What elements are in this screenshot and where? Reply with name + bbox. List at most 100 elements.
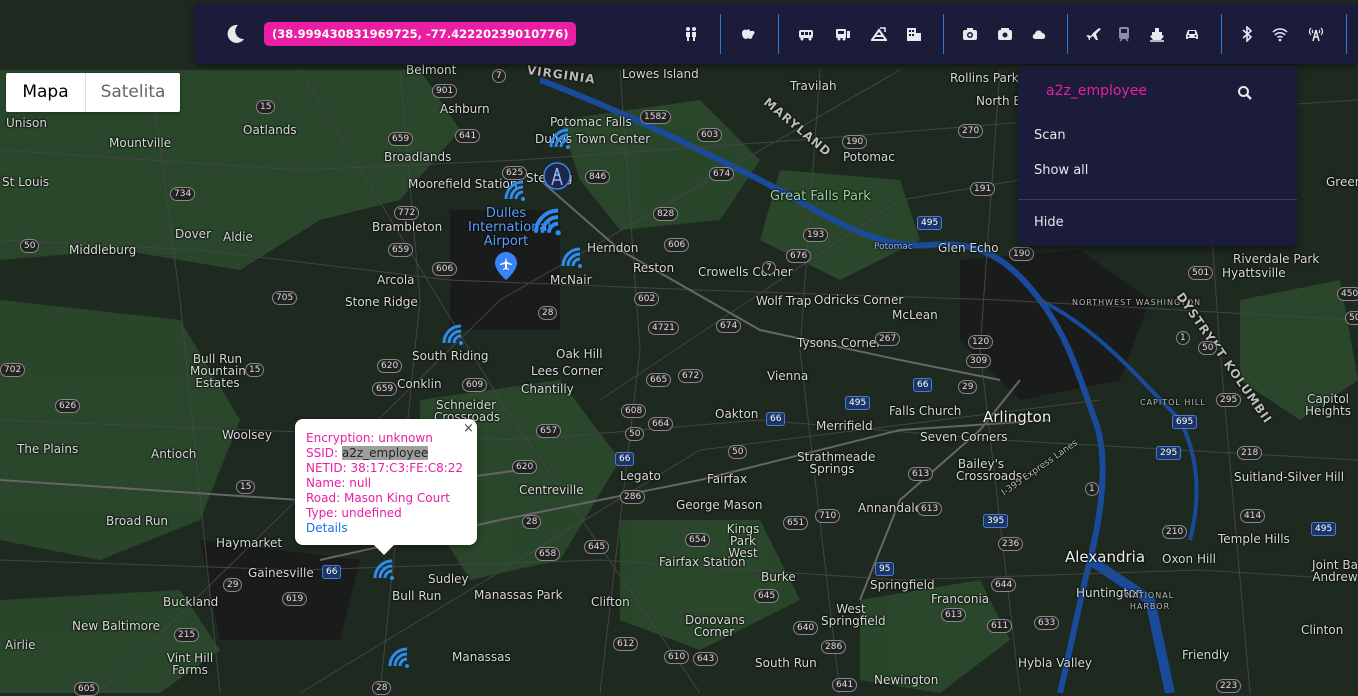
hide-menu-item[interactable]: Hide bbox=[1034, 215, 1064, 230]
video-camera-icon[interactable] bbox=[994, 23, 1016, 45]
map-label: CAPITOL HILL bbox=[1140, 398, 1206, 407]
route-shield: 215 bbox=[174, 628, 200, 642]
dog-icon[interactable] bbox=[737, 23, 759, 45]
ssid-search-input[interactable]: a2z_employee bbox=[1046, 83, 1147, 99]
map-label: Gainesville bbox=[248, 566, 314, 580]
route-shield: 286 bbox=[821, 640, 847, 654]
map-label: Brambleton bbox=[372, 220, 443, 234]
wifi-marker-icon[interactable] bbox=[548, 127, 574, 149]
map-label: Middleburg bbox=[69, 243, 137, 257]
map-label: Centreville bbox=[519, 483, 584, 497]
interstate-shield: 495 bbox=[917, 216, 943, 230]
type-text: Type: undefined bbox=[306, 506, 402, 520]
route-shield: 664 bbox=[648, 417, 674, 431]
map-type-satellite-button[interactable]: Satelita bbox=[86, 73, 180, 112]
route-shield: 1582 bbox=[640, 110, 671, 124]
car-sharing-icon[interactable] bbox=[868, 23, 890, 45]
route-shield: 665 bbox=[646, 373, 672, 387]
search-icon[interactable] bbox=[1237, 85, 1253, 101]
map-label: Broad Run bbox=[106, 514, 169, 528]
map-label: Bailey's Crossroads bbox=[956, 457, 1023, 483]
route-shield: 772 bbox=[394, 206, 420, 220]
map-label: Tysons Corner bbox=[797, 336, 882, 350]
airport-pin-icon[interactable] bbox=[495, 252, 517, 280]
map-label: NATIONAL HARBOR bbox=[1125, 591, 1175, 611]
map-label: Bull Run Mountain Estates bbox=[190, 352, 246, 390]
route-shield: 190 bbox=[1009, 247, 1035, 261]
map-label: Great Falls Park bbox=[770, 189, 871, 204]
wifi-marker-icon[interactable] bbox=[560, 246, 586, 268]
map-type-control: Mapa Satelita bbox=[6, 73, 180, 112]
map-label: Buckland bbox=[163, 595, 219, 609]
map-label: Kings Park West bbox=[726, 522, 760, 560]
map-label: Franconia bbox=[931, 592, 990, 606]
building-icon[interactable] bbox=[903, 23, 925, 45]
map-label: Oakton bbox=[715, 407, 759, 421]
wifi-icon[interactable] bbox=[1269, 23, 1291, 45]
route-shield: 672 bbox=[678, 369, 704, 383]
map-label: Riverdale Park bbox=[1233, 252, 1320, 266]
route-shield: 120 bbox=[968, 335, 994, 349]
route-shield: 605 bbox=[74, 682, 100, 696]
interstate-shield: 66 bbox=[322, 565, 342, 579]
route-shield: 619 bbox=[282, 592, 308, 606]
route-shield: 608 bbox=[621, 404, 647, 418]
camera-icon[interactable] bbox=[959, 23, 981, 45]
map-label: Lees Corner bbox=[531, 364, 603, 378]
route-shield: 645 bbox=[584, 540, 610, 554]
route-shield: 657 bbox=[536, 424, 562, 438]
route-shield: 674 bbox=[716, 319, 742, 333]
map-label: Ashburn bbox=[440, 102, 490, 116]
map-label: Joint Ba Andrew bbox=[1312, 558, 1358, 584]
details-link[interactable]: Details bbox=[306, 521, 348, 535]
route-shield: 610 bbox=[664, 650, 690, 664]
ssid-label: SSID: bbox=[306, 446, 342, 460]
cloud-icon[interactable] bbox=[1028, 23, 1050, 45]
map-label: Arlington bbox=[983, 408, 1052, 426]
route-shield: 620 bbox=[512, 460, 538, 474]
route-shield: 414 bbox=[1240, 509, 1266, 523]
scan-menu-item[interactable]: Scan bbox=[1034, 128, 1066, 143]
show-all-menu-item[interactable]: Show all bbox=[1034, 163, 1088, 178]
route-shield: 7 bbox=[762, 261, 776, 275]
ssid-row: SSID: a2z_employee bbox=[306, 446, 429, 460]
transit-icon[interactable] bbox=[795, 23, 817, 45]
wifi-marker-icon[interactable] bbox=[372, 558, 398, 580]
car-icon[interactable] bbox=[1181, 23, 1203, 45]
map-type-map-button[interactable]: Mapa bbox=[6, 73, 86, 112]
map-label: George Mason bbox=[676, 498, 763, 512]
cell-tower-icon[interactable] bbox=[1305, 23, 1327, 45]
route-shield: 603 bbox=[697, 128, 723, 142]
map-label: South Run bbox=[755, 656, 817, 670]
map-label: Potomac bbox=[843, 150, 895, 164]
bluetooth-icon[interactable] bbox=[1236, 23, 1258, 45]
people-icon[interactable] bbox=[680, 23, 702, 45]
route-shield: 613 bbox=[917, 502, 943, 516]
route-shield: 1 bbox=[1176, 331, 1190, 345]
wifi-marker-icon[interactable] bbox=[441, 323, 467, 345]
airplane-icon[interactable] bbox=[1082, 23, 1104, 45]
interstate-shield: 66 bbox=[766, 412, 786, 426]
map-label: Clifton bbox=[591, 595, 630, 609]
map-label: West Springfield bbox=[821, 602, 886, 628]
wifi-marker-icon[interactable] bbox=[387, 646, 413, 668]
route-shield: 654 bbox=[685, 533, 711, 547]
ship-icon[interactable] bbox=[1146, 23, 1168, 45]
train-icon[interactable] bbox=[1113, 23, 1135, 45]
map-label: St Louis bbox=[2, 175, 50, 189]
cell-tower-marker-icon[interactable] bbox=[541, 160, 573, 192]
route-shield: 659 bbox=[388, 132, 414, 146]
map-label: Moorefield Station bbox=[408, 177, 518, 191]
wifi-marker-icon[interactable] bbox=[532, 206, 566, 236]
route-shield: 609 bbox=[462, 378, 488, 392]
moon-icon[interactable] bbox=[224, 23, 246, 45]
map-label: Hybla Valley bbox=[1018, 656, 1093, 670]
bus-icon[interactable] bbox=[832, 23, 854, 45]
coordinates-badge[interactable]: (38.999430831969725, -77.42220239010776) bbox=[264, 22, 577, 46]
route-shield: 645 bbox=[754, 589, 780, 603]
map-label: Lowes Island bbox=[622, 67, 699, 81]
route-shield: 309 bbox=[966, 354, 992, 368]
route-shield: 612 bbox=[613, 637, 639, 651]
close-icon[interactable]: × bbox=[463, 421, 474, 436]
wifi-marker-icon[interactable] bbox=[503, 179, 529, 201]
